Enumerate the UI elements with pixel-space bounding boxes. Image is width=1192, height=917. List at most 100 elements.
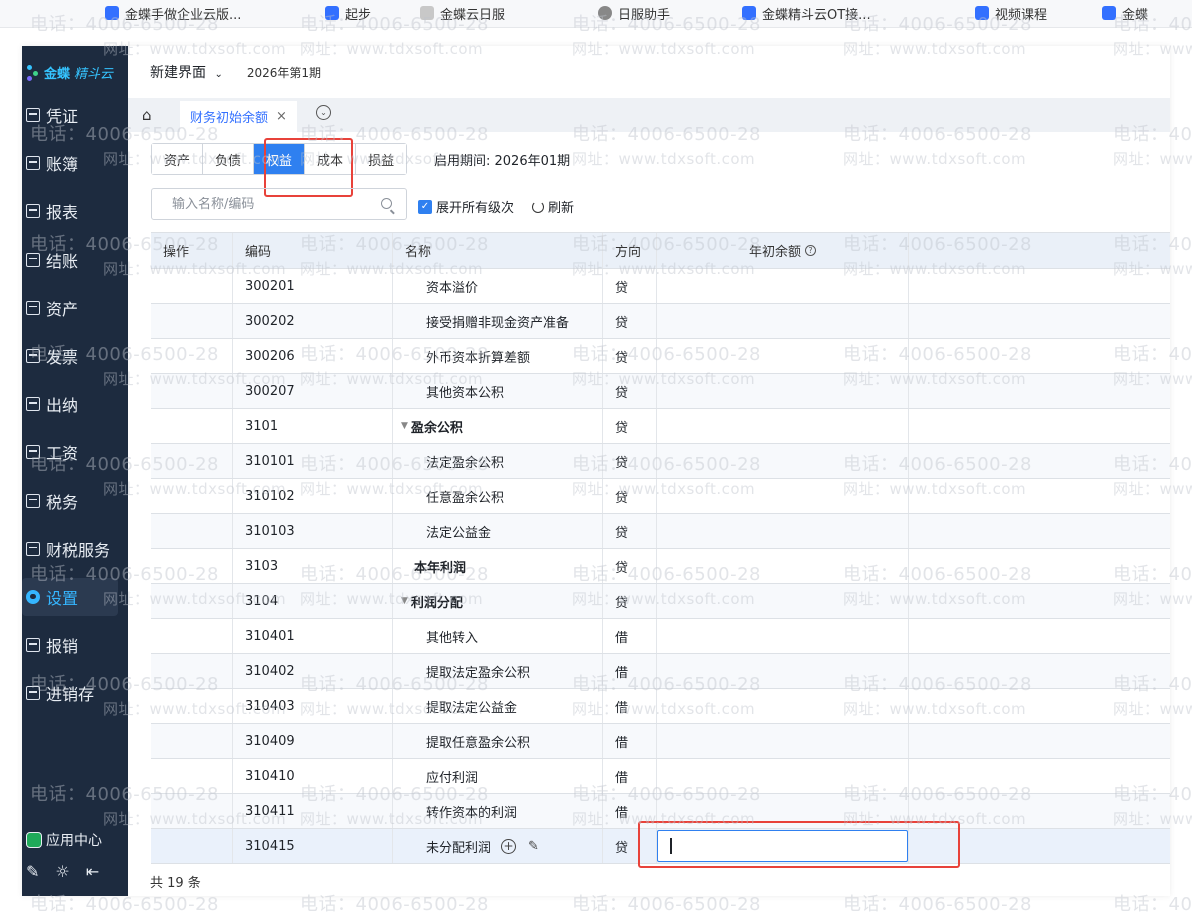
theme-icon[interactable]: ☼ — [55, 862, 69, 881]
cell-opening-balance[interactable] — [657, 689, 909, 723]
bookmark-item[interactable]: 金蝶 — [1102, 2, 1148, 24]
table-row[interactable]: 310401 其他转入 借 — [151, 619, 1170, 654]
sidebar-item[interactable]: 出纳 — [22, 385, 122, 423]
sidebar-item[interactable]: 资产 — [22, 289, 122, 327]
table-row[interactable]: 3101 ▼ 盈余公积 贷 — [151, 409, 1170, 444]
cell-name: 未分配利润 + ✎ — [393, 829, 603, 863]
cell-opening-balance[interactable] — [657, 794, 909, 828]
name-wrapper: 外币资本折算差额 — [426, 347, 530, 366]
app-center-button[interactable]: 应用中心 — [26, 830, 102, 850]
collapse-icon[interactable]: ⇤ — [86, 862, 99, 881]
table-row[interactable]: 310403 提取法定公益金 借 — [151, 689, 1170, 724]
cell-opening-balance[interactable] — [657, 479, 909, 513]
category-segment: 资产 负债 权益 成本 损益 — [151, 143, 408, 175]
account-name: 任意盈余公积 — [426, 490, 505, 506]
bookmark-item[interactable]: 日服助手 — [598, 2, 670, 24]
table-row[interactable]: 310415 未分配利润 + ✎ 贷 — [151, 829, 1170, 864]
sidebar-item[interactable]: 财税服务 — [22, 530, 122, 568]
refresh-button[interactable]: 刷新 — [532, 197, 574, 216]
cell-opening-balance[interactable] — [657, 654, 909, 688]
table-row[interactable]: 3103 本年利润 贷 — [151, 549, 1170, 584]
account-name: 转作资本的利润 — [426, 805, 518, 821]
home-icon[interactable]: ⌂ — [142, 106, 152, 124]
cell-opening-balance[interactable] — [657, 724, 909, 758]
table-row[interactable]: 3104 ▼ 利润分配 贷 — [151, 584, 1170, 619]
table-row[interactable]: 300202 接受捐赠非现金资产准备 贷 — [151, 304, 1170, 339]
account-name: 法定公益金 — [426, 525, 492, 541]
table-row[interactable]: 310102 任意盈余公积 贷 — [151, 479, 1170, 514]
cell-op — [151, 759, 233, 793]
add-subaccount-icon[interactable]: + — [501, 838, 517, 854]
cell-opening-balance[interactable] — [657, 829, 909, 863]
bookmark-item[interactable]: 起步 — [325, 2, 371, 24]
search-icon[interactable] — [381, 198, 392, 209]
cell-name: 提取法定公益金 — [393, 689, 603, 723]
category-tab[interactable]: 资产 — [152, 144, 204, 174]
expand-all-checkbox[interactable]: ✓ 展开所有级次 — [418, 197, 514, 216]
bookmark-item[interactable]: 金蝶云日服 — [420, 2, 505, 24]
sidebar-item[interactable]: 税务 — [22, 482, 122, 520]
sidebar-item[interactable]: 报销 — [22, 626, 122, 664]
table-row[interactable]: 310103 法定公益金 贷 — [151, 514, 1170, 549]
cell-code: 310403 — [233, 689, 393, 723]
cell-code: 310103 — [233, 514, 393, 548]
category-tab[interactable]: 成本 — [305, 144, 357, 174]
table-row[interactable]: 300206 外币资本折算差额 贷 — [151, 339, 1170, 374]
cell-opening-balance[interactable] — [657, 304, 909, 338]
close-icon[interactable]: × — [276, 109, 287, 124]
cell-opening-balance[interactable] — [657, 759, 909, 793]
sidebar-item[interactable]: 报表 — [22, 192, 122, 230]
sidebar-item-label: 财税服务 — [46, 540, 111, 560]
cell-opening-balance[interactable] — [657, 374, 909, 408]
bookmark-item[interactable]: 金蝶手做企业云版... — [105, 2, 241, 24]
opening-balance-input[interactable] — [657, 830, 908, 862]
search-input[interactable] — [172, 196, 372, 212]
table-row[interactable]: 300207 其他资本公积 贷 — [151, 374, 1170, 409]
expand-caret-icon[interactable]: ▼ — [401, 596, 408, 606]
cell-code: 310410 — [233, 759, 393, 793]
cell-opening-balance[interactable] — [657, 269, 909, 303]
bookmark-item[interactable]: 金蝶精斗云OT接... — [742, 2, 871, 24]
sidebar-item[interactable]: 进销存 — [22, 674, 122, 712]
cell-direction: 贷 — [603, 409, 657, 443]
bookmark-item[interactable]: 视频课程 — [975, 2, 1047, 24]
table-row[interactable]: 310402 提取法定盈余公积 借 — [151, 654, 1170, 689]
table-row[interactable]: 310410 应付利润 借 — [151, 759, 1170, 794]
tab-more-icon[interactable]: ⌄ — [316, 105, 331, 120]
sidebar-item[interactable]: 账簿 — [22, 144, 122, 182]
menu-icon — [26, 156, 40, 171]
category-tab[interactable]: 损益 — [356, 144, 407, 174]
account-selector[interactable]: 新建界面 ⌄ — [150, 62, 223, 82]
edit-icon[interactable]: ✎ — [528, 839, 539, 854]
tab-opening-balance[interactable]: 财务初始余额 × — [180, 101, 297, 132]
cell-opening-balance[interactable] — [657, 584, 909, 618]
menu-icon — [26, 300, 40, 315]
cell-direction: 贷 — [603, 304, 657, 338]
cell-opening-balance[interactable] — [657, 409, 909, 443]
cell-opening-balance[interactable] — [657, 619, 909, 653]
help-icon[interactable]: ? — [805, 245, 816, 256]
sidebar-item[interactable]: 凭证 — [22, 96, 122, 134]
name-wrapper: 法定盈余公积 — [426, 452, 504, 471]
sidebar-item[interactable]: 结账 — [22, 241, 122, 279]
sidebar-item[interactable]: 工资 — [22, 433, 122, 471]
sidebar-item[interactable]: 设置 — [22, 578, 118, 616]
cell-opening-balance[interactable] — [657, 444, 909, 478]
table-row[interactable]: 300201 资本溢价 贷 — [151, 269, 1170, 304]
cell-opening-balance[interactable] — [657, 514, 909, 548]
edit-icon[interactable]: ✎ — [26, 862, 39, 881]
expand-caret-icon[interactable]: ▼ — [401, 421, 408, 431]
cell-name: 外币资本折算差额 — [393, 339, 603, 373]
cell-opening-balance[interactable] — [657, 339, 909, 373]
cell-op — [151, 549, 233, 583]
table-row[interactable]: 310409 提取任意盈余公积 借 — [151, 724, 1170, 759]
category-tab[interactable]: 权益 — [254, 144, 306, 174]
browser-bookmarks-bar: 金蝶手做企业云版... 起步 金蝶云日服 日服助手 金蝶精斗云OT接... 视频课程 金蝶 — [0, 0, 1192, 28]
cell-opening-balance[interactable] — [657, 549, 909, 583]
sidebar-item[interactable]: 发票 — [22, 337, 122, 375]
cell-name: 其他转入 — [393, 619, 603, 653]
table-row[interactable]: 310101 法定盈余公积 贷 — [151, 444, 1170, 479]
category-tab[interactable]: 负债 — [203, 144, 255, 174]
table-row[interactable]: 310411 转作资本的利润 借 — [151, 794, 1170, 829]
col-rest — [909, 233, 1170, 268]
